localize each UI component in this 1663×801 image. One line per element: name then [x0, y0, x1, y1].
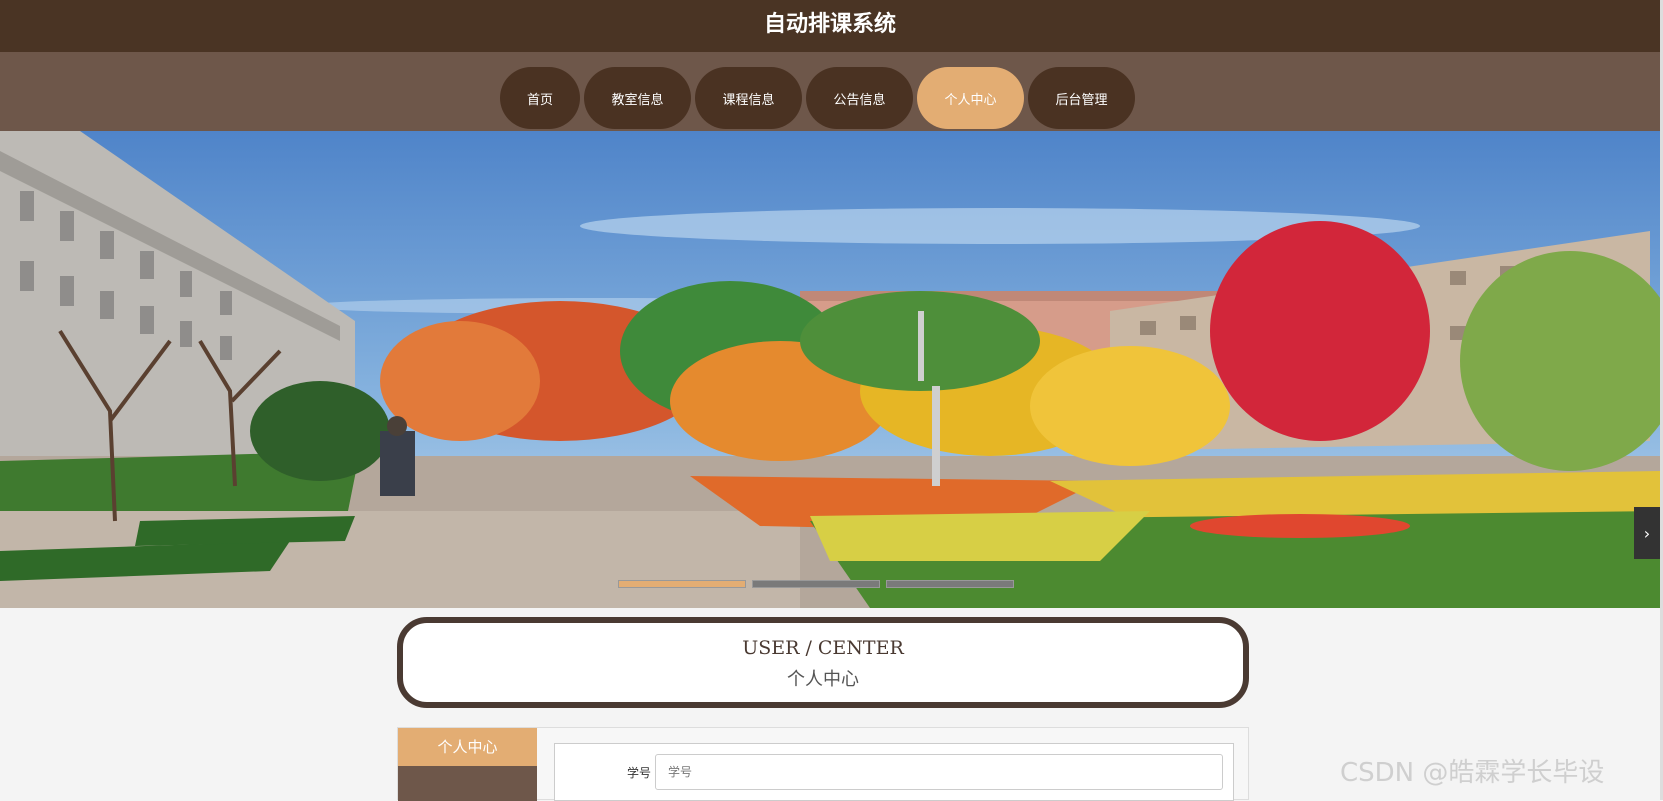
nav-admin[interactable]: 后台管理: [1028, 67, 1135, 129]
carousel-dot-2[interactable]: [752, 580, 880, 588]
student-id-label: 学号: [626, 766, 651, 780]
nav-home[interactable]: 首页: [500, 67, 580, 129]
carousel-dot-3[interactable]: [886, 580, 1014, 588]
nav-course-info[interactable]: 课程信息: [695, 67, 802, 129]
profile-form: 学号: [554, 743, 1234, 801]
section-heading: USER / CENTER 个人中心: [397, 617, 1249, 708]
user-center-panel: 个人中心 学号: [397, 727, 1249, 801]
nav-classroom-info[interactable]: 教室信息: [584, 67, 691, 129]
campus-photo: [0, 131, 1660, 608]
banner-carousel: ›: [0, 131, 1660, 608]
section-title-cn: 个人中心: [787, 669, 859, 690]
student-id-input[interactable]: [655, 754, 1223, 790]
site-header: 自动排课系统: [0, 0, 1660, 52]
side-menu: 个人中心: [398, 728, 537, 801]
carousel-dot-1[interactable]: [618, 580, 746, 588]
side-menu-title[interactable]: 个人中心: [398, 728, 537, 766]
carousel-next-button[interactable]: ›: [1634, 507, 1660, 559]
nav-announcement-info[interactable]: 公告信息: [806, 67, 913, 129]
chevron-right-icon: ›: [1643, 523, 1651, 543]
section-title-en: USER / CENTER: [742, 637, 904, 659]
main-nav: 首页 教室信息 课程信息 公告信息 个人中心 后台管理: [500, 67, 1135, 129]
nav-user-center[interactable]: 个人中心: [917, 67, 1024, 129]
carousel-indicators: [618, 580, 1014, 588]
watermark-text: CSDN @皓霖学长毕设: [1340, 758, 1605, 788]
site-title: 自动排课系统: [763, 12, 896, 37]
